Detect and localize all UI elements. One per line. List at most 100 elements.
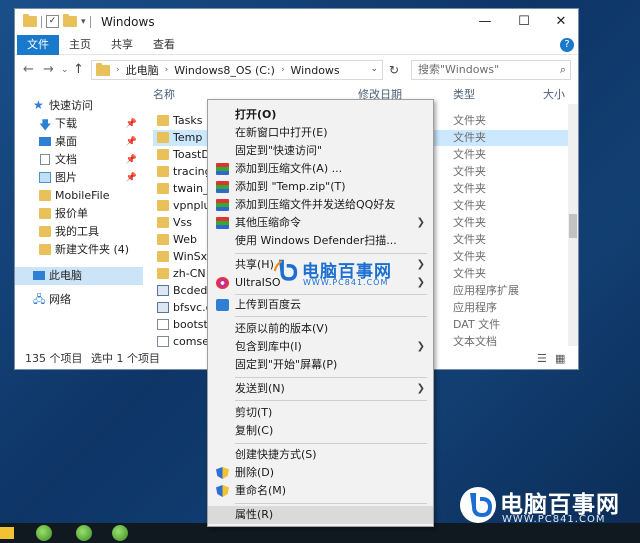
chevron-right-icon[interactable]: › (281, 65, 285, 75)
menu-item-pin-quick-access[interactable]: 固定到"快速访问" (208, 142, 433, 160)
tab-share[interactable]: 共享 (101, 35, 143, 55)
file-icon (157, 336, 169, 347)
tab-file[interactable]: 文件 (17, 35, 59, 55)
menu-separator (235, 316, 427, 317)
vertical-scrollbar[interactable] (568, 104, 578, 346)
menu-item-send-to[interactable]: 发送到(N) ❯ (208, 380, 433, 398)
address-bar: ← → ⌄ ↑ › 此电脑 › Windows8_OS (C:) › Windo… (15, 56, 578, 84)
tab-home[interactable]: 主页 (59, 35, 101, 55)
nav-quotations[interactable]: 报价单 (15, 205, 143, 223)
chevron-right-icon[interactable]: › (165, 65, 169, 75)
pin-icon[interactable]: 📌 (126, 133, 137, 151)
menu-item-other-compress[interactable]: 其他压缩命令 ❯ (208, 214, 433, 232)
chevron-right-icon: › (116, 65, 120, 75)
new-folder-icon[interactable] (63, 14, 77, 27)
nav-label: 此电脑 (49, 269, 82, 282)
recent-locations-icon[interactable]: ⌄ (61, 65, 69, 75)
file-name: zh-CN (173, 267, 206, 280)
title-bar: ✓ ▾ Windows — ☐ ✕ (15, 9, 578, 35)
breadcrumb-drive[interactable]: Windows8_OS (C:) (174, 64, 275, 77)
nav-label: 新建文件夹 (4) (55, 243, 130, 256)
nav-label: MobileFile (55, 189, 110, 202)
menu-item-copy[interactable]: 复制(C) (208, 422, 433, 440)
tab-view[interactable]: 查看 (143, 35, 185, 55)
breadcrumb-this-pc[interactable]: 此电脑 (126, 62, 159, 78)
nav-quick-access[interactable]: ★ 快速访问 (15, 97, 143, 115)
nav-mobilefile[interactable]: MobileFile (15, 187, 143, 205)
scrollbar-thumb[interactable] (569, 214, 577, 238)
maximize-button[interactable]: ☐ (510, 12, 538, 32)
menu-item-restore-versions[interactable]: 还原以前的版本(V) (208, 320, 433, 338)
menu-item-cut[interactable]: 剪切(T) (208, 404, 433, 422)
column-name[interactable]: 名称 (153, 85, 175, 105)
back-icon[interactable]: ← (23, 62, 34, 77)
menu-item-upload-baidu[interactable]: 上传到百度云 (208, 296, 433, 314)
quick-access-toolbar: ✓ ▾ (23, 14, 91, 28)
menu-item-add-to-archive[interactable]: 添加到压缩文件(A) ... (208, 160, 433, 178)
taskbar-app-icon[interactable] (76, 525, 92, 541)
file-type: 应用程序扩展 (453, 284, 519, 297)
menu-item-create-shortcut[interactable]: 创建快捷方式(S) (208, 446, 433, 464)
navigation-pane: ★ 快速访问 🡇 下载 📌 桌面 📌 文档 📌 图片 📌 MobileFile (15, 85, 143, 347)
menu-item-include-library[interactable]: 包含到库中(I) ❯ (208, 338, 433, 356)
address-field[interactable]: › 此电脑 › Windows8_OS (C:) › Windows ⌄ (91, 60, 383, 80)
menu-item-add-to-zip[interactable]: 添加到 "Temp.zip"(T) (208, 178, 433, 196)
menu-item-rename[interactable]: 重命名(M) (208, 482, 433, 500)
nav-documents[interactable]: 文档 📌 (15, 151, 143, 169)
pin-icon[interactable]: 📌 (126, 115, 137, 133)
folder-icon (96, 62, 110, 76)
pin-icon[interactable]: 📌 (126, 151, 137, 169)
toolbar-dropdown-icon[interactable]: ▾ (81, 17, 86, 27)
details-view-icon[interactable]: ☰ (537, 349, 547, 369)
menu-separator (235, 503, 427, 504)
breadcrumb-windows[interactable]: Windows (291, 64, 340, 77)
watermark-url: WWW.PC841.COM (303, 278, 389, 287)
nav-label: 桌面 (55, 135, 77, 148)
menu-item-pin-start[interactable]: 固定到"开始"屏幕(P) (208, 356, 433, 374)
chevron-down-icon[interactable]: ⌄ (370, 64, 378, 74)
menu-item-open-new-window[interactable]: 在新窗口中打开(E) (208, 124, 433, 142)
forward-icon[interactable]: → (43, 62, 54, 77)
item-count: 135 个项目 (25, 352, 83, 365)
close-button[interactable]: ✕ (547, 12, 575, 32)
up-icon[interactable]: ↑ (73, 62, 84, 77)
search-icon[interactable]: ⌕ (560, 61, 566, 79)
help-icon[interactable]: ? (560, 38, 574, 52)
nav-label: 我的工具 (55, 225, 99, 238)
menu-item-properties[interactable]: 属性(R) (208, 506, 433, 524)
file-type: 文件夹 (453, 267, 486, 280)
nav-new-folder[interactable]: 新建文件夹 (4) (15, 241, 143, 259)
chevron-right-icon: ❯ (416, 383, 425, 394)
menu-separator (235, 294, 427, 295)
nav-label: 快速访问 (49, 99, 93, 112)
nav-label: 图片 (55, 171, 77, 184)
menu-item-defender-scan[interactable]: 使用 Windows Defender扫描... (208, 232, 433, 250)
search-input[interactable]: 搜索"Windows" ⌕ (411, 60, 571, 80)
taskbar-app-icon[interactable] (112, 525, 128, 541)
nav-network[interactable]: 🖧 网络 (15, 291, 143, 309)
nav-downloads[interactable]: 🡇 下载 📌 (15, 115, 143, 133)
menu-item-delete[interactable]: 删除(D) (208, 464, 433, 482)
pin-icon[interactable]: 📌 (126, 169, 137, 187)
application-icon (157, 302, 169, 313)
taskbar-start-icon[interactable] (0, 527, 14, 539)
taskbar-app-icon[interactable] (36, 525, 52, 541)
refresh-icon[interactable]: ↻ (389, 63, 399, 77)
properties-icon[interactable]: ✓ (46, 15, 59, 28)
file-icon (157, 319, 169, 330)
nav-pictures[interactable]: 图片 📌 (15, 169, 143, 187)
nav-desktop[interactable]: 桌面 📌 (15, 133, 143, 151)
ribbon-tabs: 文件 主页 共享 查看 ? (15, 35, 578, 55)
column-type[interactable]: 类型 (453, 85, 475, 105)
minimize-button[interactable]: — (471, 12, 499, 32)
menu-separator (235, 400, 427, 401)
menu-item-compress-send-qq[interactable]: 添加到压缩文件并发送给QQ好友 (208, 196, 433, 214)
file-type: 文本文档 (453, 335, 497, 347)
context-menu: 打开(O) 在新窗口中打开(E) 固定到"快速访问" 添加到压缩文件(A) ..… (207, 99, 434, 527)
large-icons-view-icon[interactable]: ▦ (555, 349, 565, 369)
nav-my-tools[interactable]: 我的工具 (15, 223, 143, 241)
nav-this-pc[interactable]: 此电脑 (15, 267, 143, 285)
menu-item-open[interactable]: 打开(O) (208, 106, 433, 124)
column-size[interactable]: 大小 (543, 85, 565, 105)
baidu-cloud-icon (216, 299, 229, 311)
